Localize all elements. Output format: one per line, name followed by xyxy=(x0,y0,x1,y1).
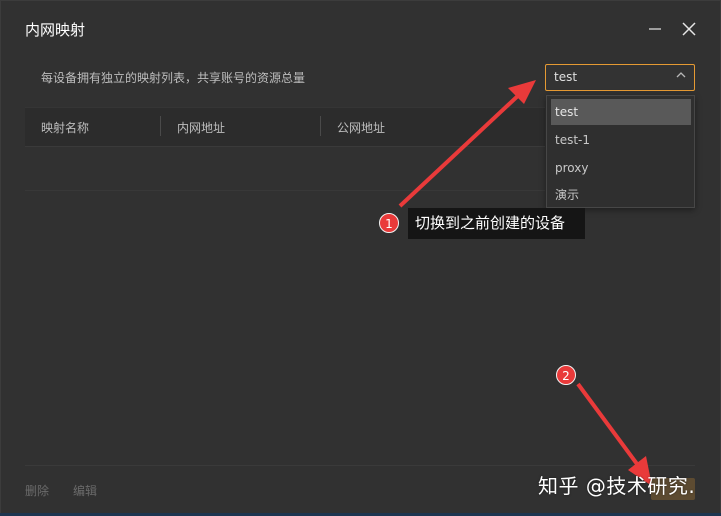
device-option[interactable]: 演示 xyxy=(551,182,691,208)
device-select[interactable]: test xyxy=(545,64,695,91)
title-bar: 内网映射 xyxy=(1,1,720,57)
footer-divider xyxy=(25,465,695,466)
watermark: 知乎 @技术研究. xyxy=(538,474,696,498)
column-divider xyxy=(320,116,321,136)
edit-button[interactable]: 编辑 xyxy=(73,482,97,499)
close-icon xyxy=(682,22,696,36)
table-header: 映射名称 内网地址 公网地址 xyxy=(25,107,545,147)
minimize-icon xyxy=(649,28,661,30)
port-mapping-dialog: 内网映射 每设备拥有独立的映射列表，共享账号的资源总量 映射名称 内网地址 公网… xyxy=(0,0,721,515)
column-public-address: 公网地址 xyxy=(337,121,386,135)
minimize-button[interactable] xyxy=(641,15,669,43)
delete-button[interactable]: 删除 xyxy=(25,482,49,499)
device-select-value: test xyxy=(554,70,578,84)
hint-text: 每设备拥有独立的映射列表，共享账号的资源总量 xyxy=(41,71,306,85)
dialog-title: 内网映射 xyxy=(25,21,86,39)
annotation-tooltip: 切换到之前创建的设备 xyxy=(408,208,585,239)
chevron-up-icon xyxy=(676,70,686,83)
device-option[interactable]: proxy xyxy=(551,155,691,181)
column-mapping-name: 映射名称 xyxy=(41,121,90,135)
device-option[interactable]: test xyxy=(551,99,691,125)
column-divider xyxy=(160,116,161,136)
column-intranet-address: 内网地址 xyxy=(177,121,226,135)
device-dropdown: test test-1 proxy 演示 xyxy=(546,95,695,208)
step-badge-2: 2 xyxy=(556,365,576,385)
close-button[interactable] xyxy=(675,15,703,43)
step-badge-1: 1 xyxy=(379,213,399,233)
table-body xyxy=(25,146,545,191)
device-option[interactable]: test-1 xyxy=(551,127,691,153)
